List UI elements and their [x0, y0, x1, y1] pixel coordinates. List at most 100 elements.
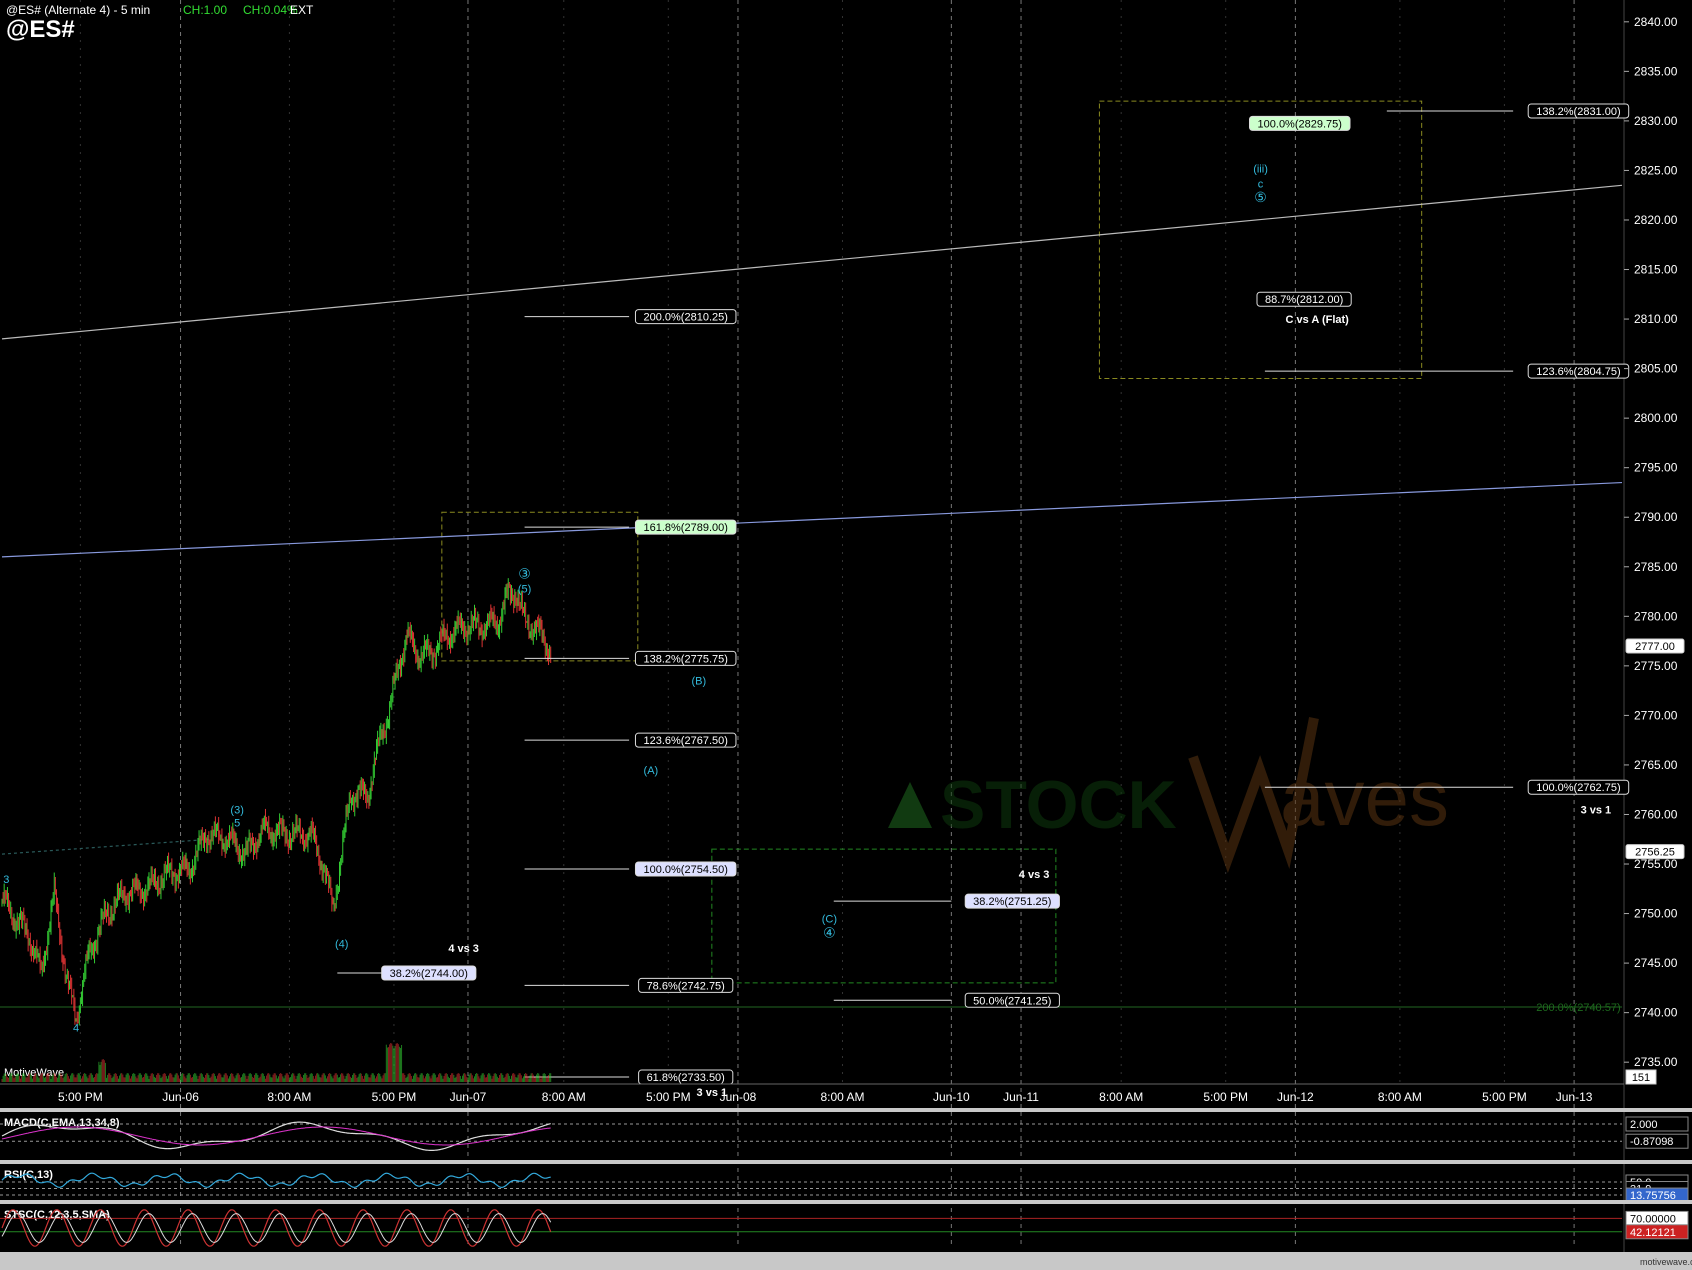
wave-label: 5 [234, 817, 240, 829]
time-tick-label: 8:00 AM [1378, 1090, 1422, 1104]
panel-separator [0, 1160, 1692, 1164]
price-tick-label: 2765.00 [1634, 758, 1678, 772]
panel-level-label: 42.12121 [1630, 1227, 1676, 1239]
panel-level-label: 70.00000 [1630, 1213, 1676, 1225]
price-tick-label: 2745.00 [1634, 956, 1678, 970]
fib-label: 78.6%(2742.75) [647, 980, 725, 992]
stockwaves-watermark: STOCK aves [888, 717, 1449, 873]
price-tick-label: 2790.00 [1634, 510, 1678, 524]
price-tick-label: 2835.00 [1634, 64, 1678, 78]
time-tick-label: 5:00 PM [1203, 1090, 1248, 1104]
fib-label: 123.6%(2804.75) [1536, 366, 1620, 378]
price-tick-label: 2815.00 [1634, 263, 1678, 277]
rsi-panel: RSI(C,13)50.031.913.75756 [0, 1160, 1692, 1203]
footer-brand: motivewave.com [1640, 1257, 1692, 1267]
chart-canvas[interactable]: STOCK aves 200.0%(2810.25) 161.8%(2789.00) 1… [0, 0, 1692, 1270]
time-tick-label: 8:00 AM [820, 1090, 864, 1104]
fib-label: 61.8%(2733.50) [647, 1072, 725, 1084]
panel-level-label: 2.000 [1630, 1119, 1658, 1131]
price-tick-label: 2735.00 [1634, 1055, 1678, 1069]
price-tick-label: 2820.00 [1634, 213, 1678, 227]
panel-title: RSI(C,13) [4, 1169, 53, 1181]
fib-label: 100.0%(2754.50) [644, 864, 728, 876]
annotation-label: 4 vs 3 [448, 943, 479, 955]
price-tick-label: 2825.00 [1634, 163, 1678, 177]
wave-label: 4 [73, 1023, 79, 1035]
watermark-stock: STOCK [940, 767, 1177, 843]
wave-label: ④ [823, 924, 836, 940]
time-tick-label: Jun-12 [1277, 1090, 1314, 1104]
fib-label: 100.0%(2762.75) [1536, 782, 1620, 794]
marker-price-label: 2756.25 [1635, 847, 1675, 859]
wave-label: ③ [518, 566, 531, 582]
time-tick-label: Jun-11 [1003, 1090, 1039, 1104]
price-tick-label: 2810.00 [1634, 312, 1678, 326]
annotation-label: 3 vs 1 [1581, 805, 1612, 817]
wave-label: 3 [3, 874, 9, 886]
fib-label: 88.7%(2812.00) [1265, 294, 1343, 306]
time-tick-label: Jun-13 [1556, 1090, 1593, 1104]
channel-line-lower [1, 481, 1623, 558]
symbol-title: @ES# [6, 16, 75, 43]
wave-label: ⑤ [1254, 189, 1267, 205]
change-value: CH:1.00 [183, 3, 228, 17]
price-tick-label: 2800.00 [1634, 411, 1678, 425]
wave-label: (3) [230, 805, 243, 817]
macd-panel: MACD(C,EMA,13,34,8) 2.000-0.87098 [0, 1108, 1692, 1151]
time-tick-label: 5:00 PM [646, 1090, 691, 1104]
time-tick-label: Jun-10 [933, 1090, 970, 1104]
ext-badge: EXT [290, 3, 314, 17]
price-tick-label: 2770.00 [1634, 708, 1678, 722]
price-tick-label: 2760.00 [1634, 807, 1678, 821]
stoch-panel: STSC(C,12,3,5,SMA) 70.0000042.12121 [0, 1200, 1692, 1247]
channel-line-upper [1, 184, 1623, 340]
panel-separator [0, 1200, 1692, 1204]
fib-label: 200.0%(2810.25) [644, 312, 728, 324]
price-tick-label: 2775.00 [1634, 659, 1678, 673]
wave-label: (B) [691, 676, 706, 688]
fib-label: 161.8%(2789.00) [644, 522, 728, 534]
time-tick-label: Jun-07 [450, 1090, 487, 1104]
time-tick-label: Jun-06 [162, 1090, 199, 1104]
fib-label: 100.0%(2829.75) [1258, 118, 1342, 130]
time-tick-label: 5:00 PM [58, 1090, 103, 1104]
price-tick-label: 2830.00 [1634, 114, 1678, 128]
price-tick-label: 2780.00 [1634, 609, 1678, 623]
fib-label: 50.0%(2741.25) [973, 995, 1051, 1007]
watermark-aves: aves [1280, 753, 1449, 842]
box-target [1098, 100, 1423, 380]
wave-label: (iii) [1253, 163, 1268, 175]
box-wave4 [711, 848, 1057, 984]
fib-label: 138.2%(2775.75) [644, 653, 728, 665]
price-tick-label: 2795.00 [1634, 461, 1678, 475]
wave-label: (5) [518, 584, 531, 596]
panel-level-label: -0.87098 [1630, 1136, 1673, 1148]
channel-line-base [1, 838, 212, 855]
time-tick-label: 8:00 AM [267, 1090, 311, 1104]
time-tick-label: 5:00 PM [372, 1090, 417, 1104]
fib-label: 38.2%(2744.00) [390, 968, 468, 980]
time-tick-label: 8:00 AM [1099, 1090, 1143, 1104]
price-tick-label: 2805.00 [1634, 362, 1678, 376]
price-tick-label: 2840.00 [1634, 15, 1678, 29]
time-tick-label: 8:00 AM [542, 1090, 586, 1104]
price-tick-label: 2750.00 [1634, 907, 1678, 921]
box-wave3 [441, 511, 639, 662]
fib-label: 200.0%(2740.57) [1536, 1002, 1620, 1014]
price-tick-label: 2785.00 [1634, 560, 1678, 574]
time-tick-label: Jun-08 [720, 1090, 757, 1104]
fib-label: 38.2%(2751.25) [973, 896, 1051, 908]
wave-label: (A) [644, 765, 659, 777]
fib-label: 138.2%(2831.00) [1536, 106, 1620, 118]
panel-separator [0, 1108, 1692, 1112]
time-tick-label: 5:00 PM [1482, 1090, 1527, 1104]
last-price-label: 2777.00 [1635, 641, 1675, 653]
bar-count-label: 151 [1632, 1072, 1650, 1084]
price-tick-label: 2740.00 [1634, 1006, 1678, 1020]
wave-label: (4) [335, 938, 348, 950]
fib-label: 123.6%(2767.50) [644, 735, 728, 747]
annotation-label: C vs A (Flat) [1285, 314, 1349, 326]
chart-title: @ES# (Alternate 4) - 5 min [6, 3, 151, 17]
annotation-label: 4 vs 3 [1019, 869, 1050, 881]
watermark-triangle [888, 782, 932, 828]
